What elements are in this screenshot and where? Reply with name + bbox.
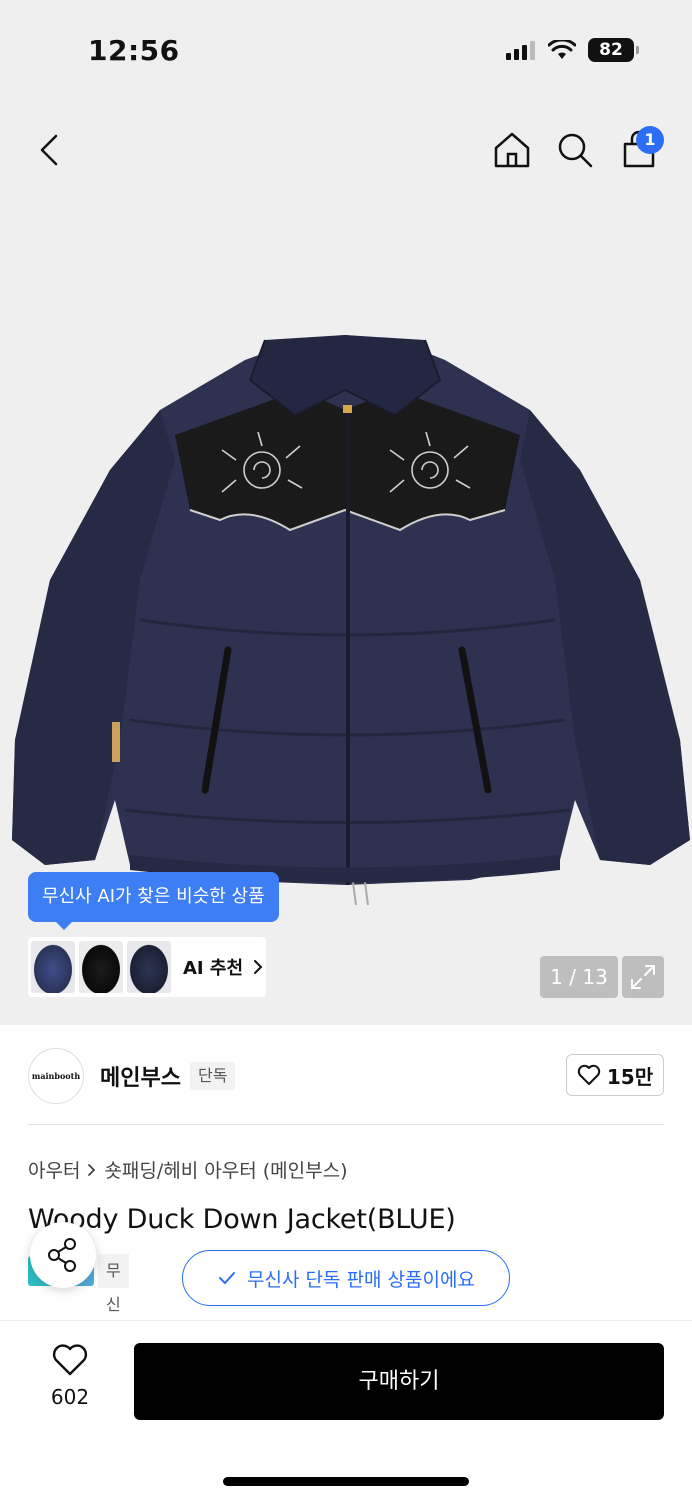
chevron-right-icon [88,1163,96,1176]
home-indicator [223,1477,469,1486]
product-image[interactable] [0,320,692,920]
similar-product-thumbnail[interactable] [127,941,171,993]
status-bar: 12:56 82 [0,0,692,100]
ai-recommend-label[interactable]: AI 추천 [183,954,243,980]
similar-product-thumbnail[interactable] [31,941,75,993]
similar-product-thumbnail[interactable] [79,941,123,993]
brand-like-count: 15만 [606,1064,654,1089]
buy-button[interactable]: 구매하기 [134,1343,664,1420]
brand-name[interactable]: 메인부스 [100,1060,181,1092]
checkmark-icon [219,1272,236,1284]
cellular-signal-icon [506,41,535,60]
brand-logo[interactable]: mainbooth [28,1048,84,1104]
share-button[interactable] [30,1222,96,1288]
exclusive-sale-text: 무신사 단독 판매 상품이에요 [247,1268,475,1291]
cart-count-badge: 1 [636,126,664,154]
wishlist-button[interactable]: 602 [40,1343,100,1423]
wifi-icon [548,40,576,59]
bottom-action-bar: 602 구매하기 [0,1320,692,1500]
brand-like-button[interactable]: 15만 [566,1054,664,1096]
ai-recommend-tooltip[interactable]: 무신사 AI가 찾은 비슷한 상품 [28,872,279,930]
heart-icon [52,1344,88,1376]
breadcrumb-category[interactable]: 아우터 [28,1156,80,1183]
exclusive-chip-label: 무신사단독 [98,1254,129,1416]
brand-row: mainbooth 메인부스 단독 15만 [0,1026,692,1124]
ai-recommend-panel[interactable]: AI 추천 [28,937,266,997]
home-icon[interactable] [490,128,534,172]
chevron-right-icon [254,960,263,974]
back-arrow-icon[interactable] [30,128,70,172]
gallery-page-counter: 1 / 13 [540,956,618,998]
search-icon[interactable] [553,128,597,172]
wishlist-count: 602 [50,1385,90,1409]
share-icon [48,1238,76,1272]
exclusive-sale-tooltip[interactable]: 무신사 단독 판매 상품이에요 [182,1250,510,1306]
divider [28,1124,664,1125]
status-time: 12:56 [88,34,180,67]
breadcrumb: 아우터 숏패딩/헤비 아우터 (메인부스) [28,1156,348,1183]
status-icons: 82 [506,38,639,62]
top-navigation [0,120,692,180]
battery-indicator: 82 [588,38,639,62]
breadcrumb-subcategory[interactable]: 숏패딩/헤비 아우터 (메인부스) [104,1156,347,1183]
product-gallery[interactable]: 12:56 82 1 무신사 AI가 찾은 비슷한 상품 AI 추천 1 / 1… [0,0,692,1025]
heart-icon [577,1064,601,1085]
expand-icon[interactable] [622,956,664,998]
brand-exclusive-tag: 단독 [190,1062,236,1090]
